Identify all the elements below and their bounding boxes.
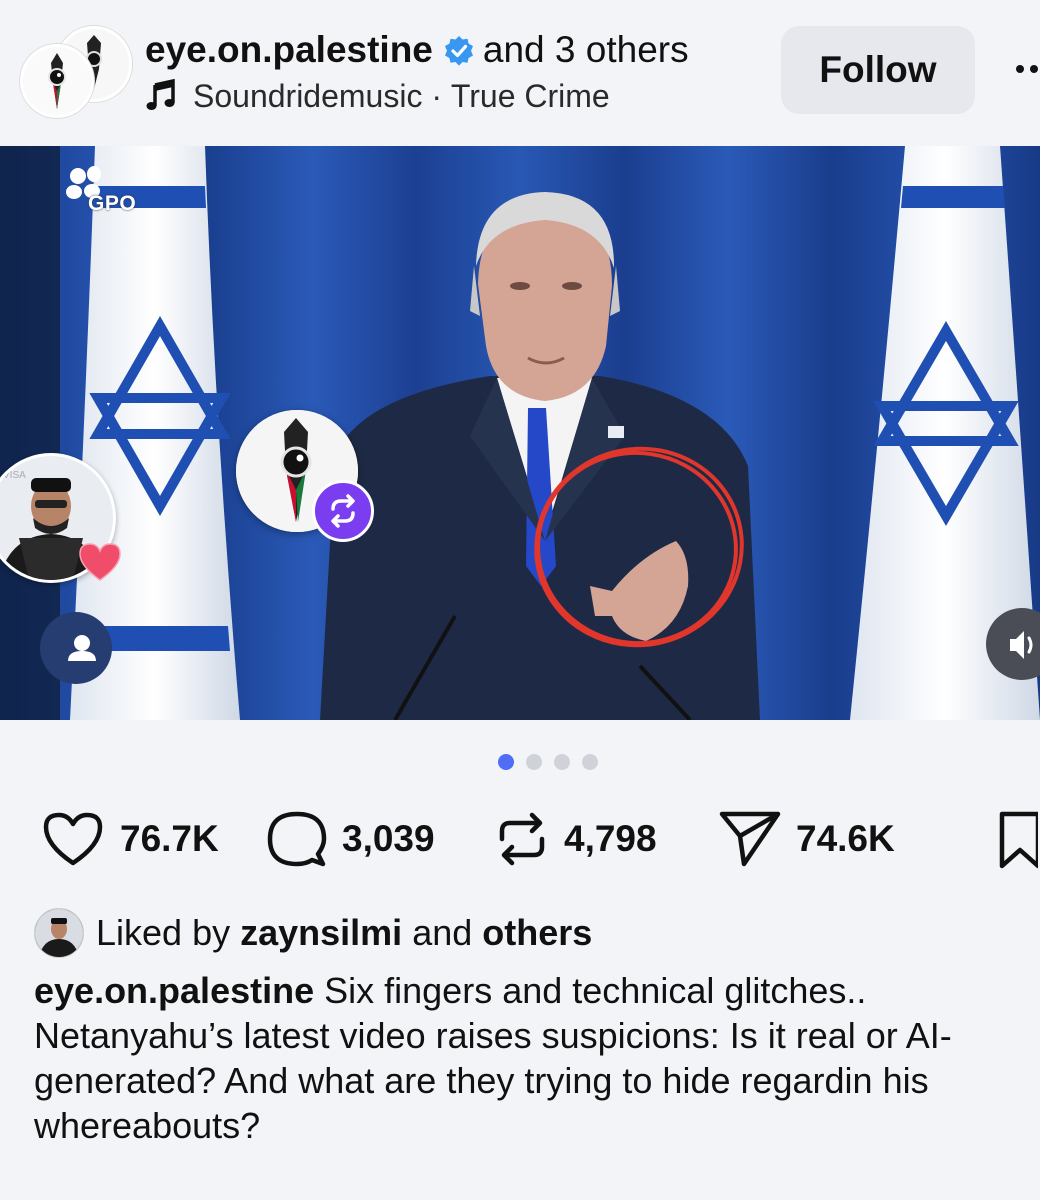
post-caption: eye.on.palestine Six fingers and technic…	[34, 968, 1034, 1148]
user-icon	[68, 635, 96, 661]
music-title: True Crime	[450, 77, 610, 114]
volume-icon	[1010, 631, 1033, 659]
carousel-dot	[526, 754, 542, 770]
action-bar: 76.7K 3,039 4,798 74.6K	[0, 805, 1040, 873]
music-note-icon	[145, 78, 179, 113]
save-icon[interactable]	[998, 810, 1038, 870]
profile-avatar	[20, 44, 94, 118]
more-icon[interactable]	[1012, 60, 1040, 84]
volume-button[interactable]	[986, 608, 1040, 680]
heart-badge-icon	[76, 540, 124, 584]
repost-badge-icon	[312, 480, 374, 542]
collab-avatars[interactable]	[20, 24, 132, 118]
caption-username[interactable]: eye.on.palestine	[34, 970, 314, 1011]
music-artist: Soundridemusic	[193, 77, 423, 114]
follow-button[interactable]: Follow	[781, 26, 975, 114]
visa-tag: VISA	[3, 470, 26, 481]
liked-by-prefix: Liked by	[96, 912, 231, 953]
video-frame	[0, 146, 1040, 720]
share-count: 74.6K	[796, 818, 895, 859]
comment-icon	[267, 811, 327, 867]
author-username[interactable]: eye.on.palestine	[145, 29, 433, 71]
repost-button[interactable]: 4,798	[494, 805, 657, 873]
like-count: 76.7K	[120, 818, 219, 859]
heart-icon	[43, 812, 103, 866]
share-icon	[719, 811, 781, 867]
like-button[interactable]: 76.7K	[40, 805, 219, 873]
comment-count: 3,039	[342, 818, 435, 859]
carousel-dot	[554, 754, 570, 770]
liked-by-avatar	[34, 908, 84, 958]
liked-by-conjunction: and	[412, 912, 473, 953]
post-title-line: eye.on.palestine and 3 others	[145, 28, 689, 72]
tagged-people-button[interactable]	[40, 612, 112, 684]
music-attribution[interactable]: Soundridemusic · True Crime	[145, 76, 610, 116]
carousel-pagination	[498, 754, 598, 770]
liked-by-user[interactable]: zaynsilmi	[240, 912, 402, 954]
verified-icon	[443, 34, 475, 66]
comment-button[interactable]: 3,039	[266, 805, 435, 873]
carousel-dot	[498, 754, 514, 770]
music-separator: ·	[422, 77, 451, 114]
liked-by-others[interactable]: others	[482, 912, 592, 954]
repost-icon	[499, 812, 545, 866]
post-media[interactable]: GPO VISA	[0, 146, 1040, 720]
repost-count: 4,798	[564, 818, 657, 859]
carousel-dot	[582, 754, 598, 770]
liked-by-line[interactable]: Liked by zaynsilmi and others	[34, 908, 592, 958]
gpo-watermark: GPO	[88, 192, 137, 215]
post-header: eye.on.palestine and 3 others Soundridem…	[0, 0, 1040, 146]
collab-others-link[interactable]: and 3 others	[483, 29, 689, 71]
share-button[interactable]: 74.6K	[718, 805, 895, 873]
